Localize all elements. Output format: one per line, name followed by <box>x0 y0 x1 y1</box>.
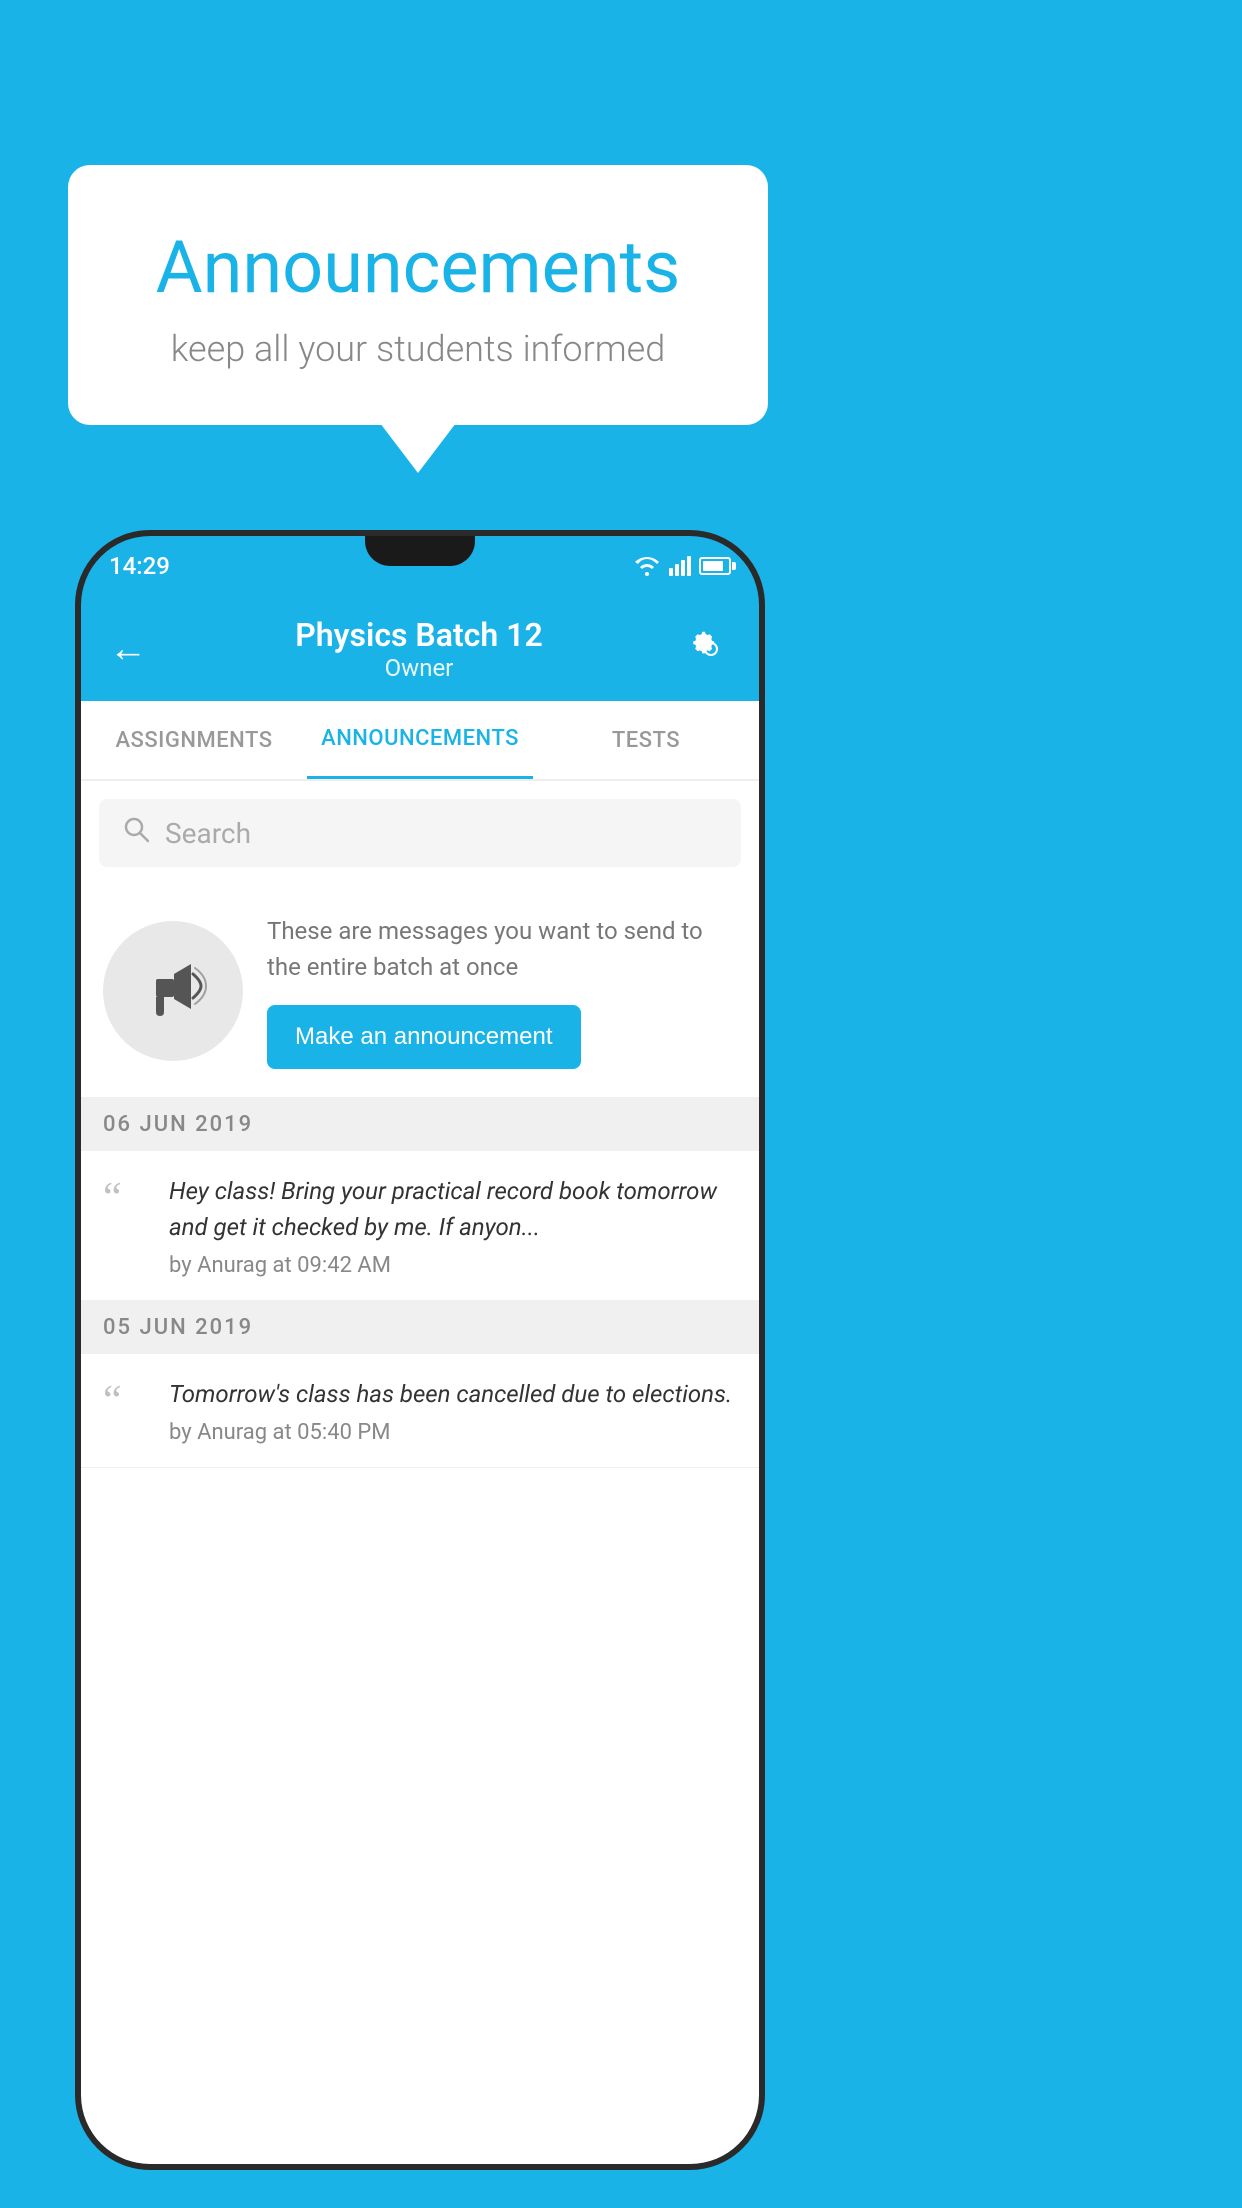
battery-fill <box>703 561 723 571</box>
announcement-promo: These are messages you want to send to t… <box>81 885 759 1098</box>
status-icons <box>633 556 731 576</box>
quote-icon-2: “ <box>103 1380 147 1422</box>
announcement-content-1: Hey class! Bring your practical record b… <box>169 1173 737 1278</box>
date-separator-1: 06 JUN 2019 <box>81 1098 759 1151</box>
announcement-text-1: Hey class! Bring your practical record b… <box>169 1173 737 1245</box>
phone-frame: 14:29 ← Physics Batch 12 <box>75 530 765 2170</box>
signal-icon <box>669 556 691 576</box>
promo-description: These are messages you want to send to t… <box>267 913 737 985</box>
search-bar[interactable]: Search <box>99 799 741 867</box>
phone-notch <box>365 536 475 566</box>
tabs: ASSIGNMENTS ANNOUNCEMENTS TESTS <box>81 701 759 781</box>
search-icon <box>121 814 151 852</box>
bubble-title: Announcements <box>118 225 718 310</box>
bubble-subtitle: keep all your students informed <box>118 328 718 370</box>
quote-icon-1: “ <box>103 1177 147 1219</box>
announcement-by-1: by Anurag at 09:42 AM <box>169 1253 737 1278</box>
promo-right: These are messages you want to send to t… <box>267 913 737 1069</box>
battery-icon <box>699 557 731 575</box>
wifi-icon <box>633 556 661 576</box>
announcement-content-2: Tomorrow's class has been cancelled due … <box>169 1376 737 1445</box>
header-subtitle: Owner <box>295 654 542 682</box>
announcement-text-2: Tomorrow's class has been cancelled due … <box>169 1376 737 1412</box>
back-button[interactable]: ← <box>109 630 147 668</box>
settings-icon[interactable] <box>691 629 731 669</box>
date-separator-2: 05 JUN 2019 <box>81 1301 759 1354</box>
tab-tests[interactable]: TESTS <box>533 701 759 779</box>
tab-announcements[interactable]: ANNOUNCEMENTS <box>307 701 533 779</box>
announcement-by-2: by Anurag at 05:40 PM <box>169 1420 737 1445</box>
search-placeholder: Search <box>165 817 251 850</box>
status-time: 14:29 <box>109 552 170 580</box>
tab-assignments[interactable]: ASSIGNMENTS <box>81 701 307 779</box>
header-center: Physics Batch 12 Owner <box>295 616 542 682</box>
megaphone-icon <box>136 954 211 1029</box>
promo-icon-circle <box>103 921 243 1061</box>
header-title: Physics Batch 12 <box>295 616 542 654</box>
announcement-item-1[interactable]: “ Hey class! Bring your practical record… <box>81 1151 759 1301</box>
make-announcement-button[interactable]: Make an announcement <box>267 1005 581 1069</box>
speech-bubble: Announcements keep all your students inf… <box>68 165 768 425</box>
announcement-item-2[interactable]: “ Tomorrow's class has been cancelled du… <box>81 1354 759 1468</box>
content-area: Search These are messages you want to se… <box>81 781 759 2164</box>
app-header: ← Physics Batch 12 Owner <box>81 596 759 701</box>
